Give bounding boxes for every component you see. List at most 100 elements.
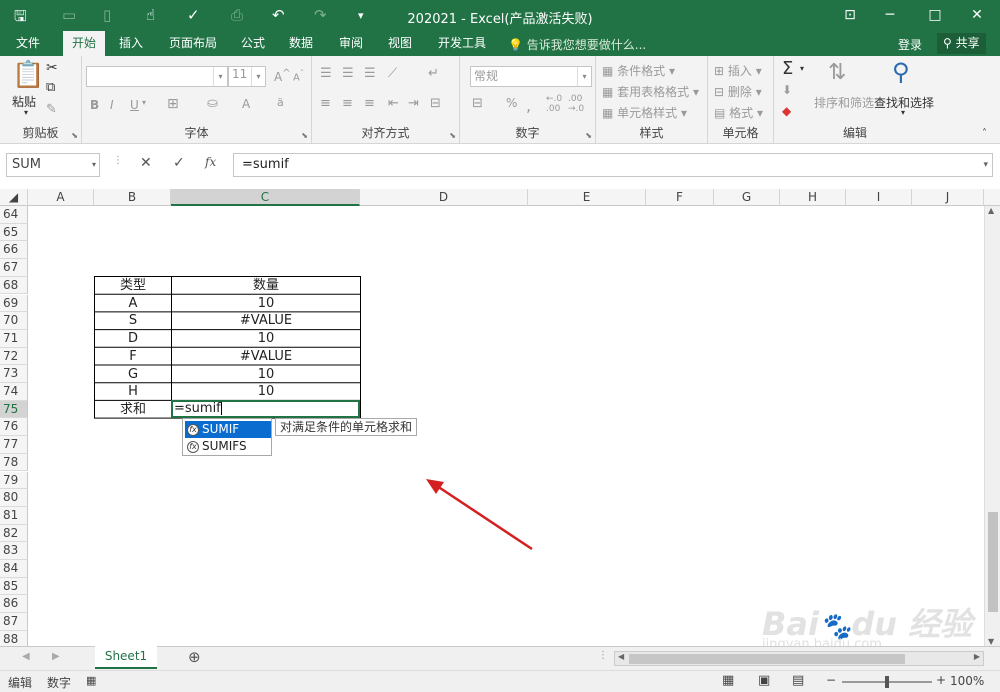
align-top-icon[interactable]: ☰ bbox=[320, 66, 332, 81]
tab-view[interactable]: 视图 bbox=[382, 31, 418, 56]
font-launcher-icon[interactable]: ⬊ bbox=[301, 131, 308, 140]
fill-color-icon[interactable]: ⛀ bbox=[207, 96, 218, 111]
bold-button[interactable]: B bbox=[90, 98, 99, 112]
zoom-slider-thumb[interactable] bbox=[885, 676, 889, 688]
font-color-icon[interactable]: A bbox=[242, 97, 250, 111]
tab-page-layout[interactable]: 页面布局 bbox=[163, 31, 223, 56]
zoom-level[interactable]: 100% bbox=[950, 674, 984, 688]
percent-icon[interactable]: % bbox=[506, 96, 517, 110]
italic-button[interactable]: I bbox=[110, 98, 114, 112]
grow-font-icon[interactable]: A^ bbox=[274, 68, 291, 84]
name-box[interactable]: SUM ▾ bbox=[6, 153, 100, 177]
underline-button[interactable]: U bbox=[130, 98, 139, 112]
enter-icon[interactable]: ✓ bbox=[173, 155, 185, 171]
conditional-format-button[interactable]: ▦ 条件格式 ▾ bbox=[602, 62, 675, 79]
sort-filter-icon[interactable]: ⇅ bbox=[828, 60, 846, 85]
tab-developer[interactable]: 开发工具 bbox=[432, 31, 492, 56]
merge-center-icon[interactable]: ⊟ bbox=[430, 96, 441, 111]
zoom-slider[interactable] bbox=[842, 676, 932, 688]
format-button[interactable]: ▤ 格式 ▾ bbox=[714, 104, 763, 121]
shrink-font-icon[interactable]: Aˇ bbox=[293, 68, 304, 83]
tab-home[interactable]: 开始 bbox=[63, 31, 106, 56]
insert-function-icon[interactable]: fx bbox=[205, 155, 216, 169]
decrease-indent-icon[interactable]: ⇤ bbox=[388, 96, 399, 111]
clipboard-launcher-icon[interactable]: ⬊ bbox=[71, 131, 78, 140]
phonetic-icon[interactable]: ä bbox=[277, 96, 284, 109]
page-break-view-icon[interactable]: ▤ bbox=[792, 673, 804, 688]
alignment-label: 对齐方式 bbox=[361, 126, 410, 140]
accounting-format-icon[interactable]: ⊟ bbox=[472, 96, 483, 111]
decrease-decimal-icon[interactable]: .00 →.0 bbox=[568, 94, 584, 114]
align-middle-icon[interactable]: ☰ bbox=[342, 66, 354, 81]
tab-formulas[interactable]: 公式 bbox=[235, 31, 271, 56]
alignment-launcher-icon[interactable]: ⬊ bbox=[449, 131, 456, 140]
horizontal-scrollbar[interactable]: ◀ ▶ bbox=[614, 651, 984, 666]
find-dropdown-icon[interactable]: ▾ bbox=[901, 108, 905, 117]
tab-data[interactable]: 数据 bbox=[283, 31, 319, 56]
sheet-tab-sheet1[interactable]: Sheet1 bbox=[95, 646, 157, 669]
scroll-up-icon[interactable]: ▲ bbox=[988, 206, 994, 215]
font-size-select[interactable]: 11 ▾ bbox=[228, 66, 266, 87]
minimize-icon[interactable]: ─ bbox=[875, 4, 905, 26]
copy-icon[interactable]: ⧉ bbox=[46, 80, 55, 95]
vertical-scroll-thumb[interactable] bbox=[988, 512, 998, 612]
paste-dropdown-icon[interactable]: ▾ bbox=[24, 108, 28, 117]
zoom-in-icon[interactable]: + bbox=[936, 673, 946, 687]
tab-file[interactable]: 文件 bbox=[10, 31, 46, 56]
cell-styles-button[interactable]: ▦ 单元格样式 ▾ bbox=[602, 104, 687, 121]
login-link[interactable]: 登录 bbox=[898, 36, 922, 53]
maximize-icon[interactable]: □ bbox=[920, 4, 950, 26]
expand-formula-bar-icon[interactable]: ▾ bbox=[983, 154, 988, 176]
share-button[interactable]: ⚲ 共享 bbox=[937, 33, 986, 54]
autosum-dropdown-icon[interactable]: ▾ bbox=[800, 64, 804, 73]
align-bottom-icon[interactable]: ☰ bbox=[364, 66, 376, 81]
format-painter-icon[interactable]: ✎ bbox=[46, 102, 57, 117]
sort-filter-button[interactable]: 排序和筛选 bbox=[814, 94, 874, 111]
tab-split-icon[interactable]: ⋮ bbox=[598, 650, 608, 661]
increase-decimal-icon[interactable]: ←.0.00 bbox=[546, 94, 562, 114]
ribbon-tabs: 文件 开始 插入 页面布局 公式 数据 审阅 视图 开发工具 💡 告诉我您想要做… bbox=[0, 31, 1000, 56]
delete-button[interactable]: ⊟ 删除 ▾ bbox=[714, 83, 762, 100]
scroll-down-icon[interactable]: ▼ bbox=[988, 637, 994, 646]
zoom-out-icon[interactable]: − bbox=[826, 673, 836, 687]
macro-record-icon[interactable]: ▦ bbox=[86, 674, 96, 687]
increase-indent-icon[interactable]: ⇥ bbox=[408, 96, 419, 111]
scroll-right-icon[interactable]: ▶ bbox=[974, 652, 980, 661]
collapse-ribbon-icon[interactable]: ˄ bbox=[982, 128, 987, 139]
underline-dropdown-icon[interactable]: ▾ bbox=[142, 98, 146, 107]
next-sheet-icon[interactable]: ▶ bbox=[52, 651, 60, 662]
scroll-left-icon[interactable]: ◀ bbox=[618, 652, 624, 661]
font-name-select[interactable]: ▾ bbox=[86, 66, 228, 87]
clear-icon[interactable]: ◆ bbox=[782, 104, 791, 118]
vertical-scrollbar[interactable]: ▲ ▼ bbox=[984, 206, 1000, 646]
prev-sheet-icon[interactable]: ◀ bbox=[22, 651, 30, 662]
formula-input[interactable]: =sumif ▾ bbox=[233, 153, 993, 177]
ribbon-display-icon[interactable]: ⊡ bbox=[835, 4, 865, 26]
tell-me-box[interactable]: 💡 告诉我您想要做什么... bbox=[508, 36, 646, 53]
paste-icon[interactable]: 📋 bbox=[12, 60, 44, 90]
comma-style-icon[interactable]: , bbox=[526, 96, 531, 115]
wrap-text-icon[interactable]: ↵ bbox=[428, 66, 439, 81]
align-right-icon[interactable]: ≡ bbox=[364, 96, 375, 111]
format-as-table-button[interactable]: ▦ 套用表格格式 ▾ bbox=[602, 83, 699, 100]
borders-icon[interactable]: ⊞ bbox=[167, 96, 179, 112]
horizontal-scroll-thumb[interactable] bbox=[629, 654, 905, 664]
find-select-icon[interactable]: ⚲ bbox=[892, 58, 910, 86]
tab-review[interactable]: 审阅 bbox=[333, 31, 369, 56]
orientation-icon[interactable]: ⟋ bbox=[388, 66, 397, 81]
align-center-icon[interactable]: ≡ bbox=[342, 96, 353, 111]
cancel-icon[interactable]: ✕ bbox=[140, 155, 152, 171]
add-sheet-icon[interactable]: ⊕ bbox=[188, 648, 201, 666]
autosum-icon[interactable]: Σ bbox=[782, 58, 793, 79]
close-icon[interactable]: ✕ bbox=[962, 4, 992, 26]
page-layout-view-icon[interactable]: ▣ bbox=[758, 673, 770, 688]
cut-icon[interactable]: ✂ bbox=[46, 60, 58, 76]
worksheet-grid[interactable]: ◢ A B C D E F G H I J 64 65 66 67 68 69 … bbox=[0, 189, 1000, 646]
number-format-select[interactable]: 常规 ▾ bbox=[470, 66, 592, 87]
normal-view-icon[interactable]: ▦ bbox=[722, 673, 734, 688]
fill-icon[interactable]: ⬇ bbox=[782, 83, 792, 97]
insert-button[interactable]: ⊞ 插入 ▾ bbox=[714, 62, 762, 79]
tab-insert[interactable]: 插入 bbox=[113, 31, 149, 56]
align-left-icon[interactable]: ≡ bbox=[320, 96, 331, 111]
number-launcher-icon[interactable]: ⬊ bbox=[585, 131, 592, 140]
